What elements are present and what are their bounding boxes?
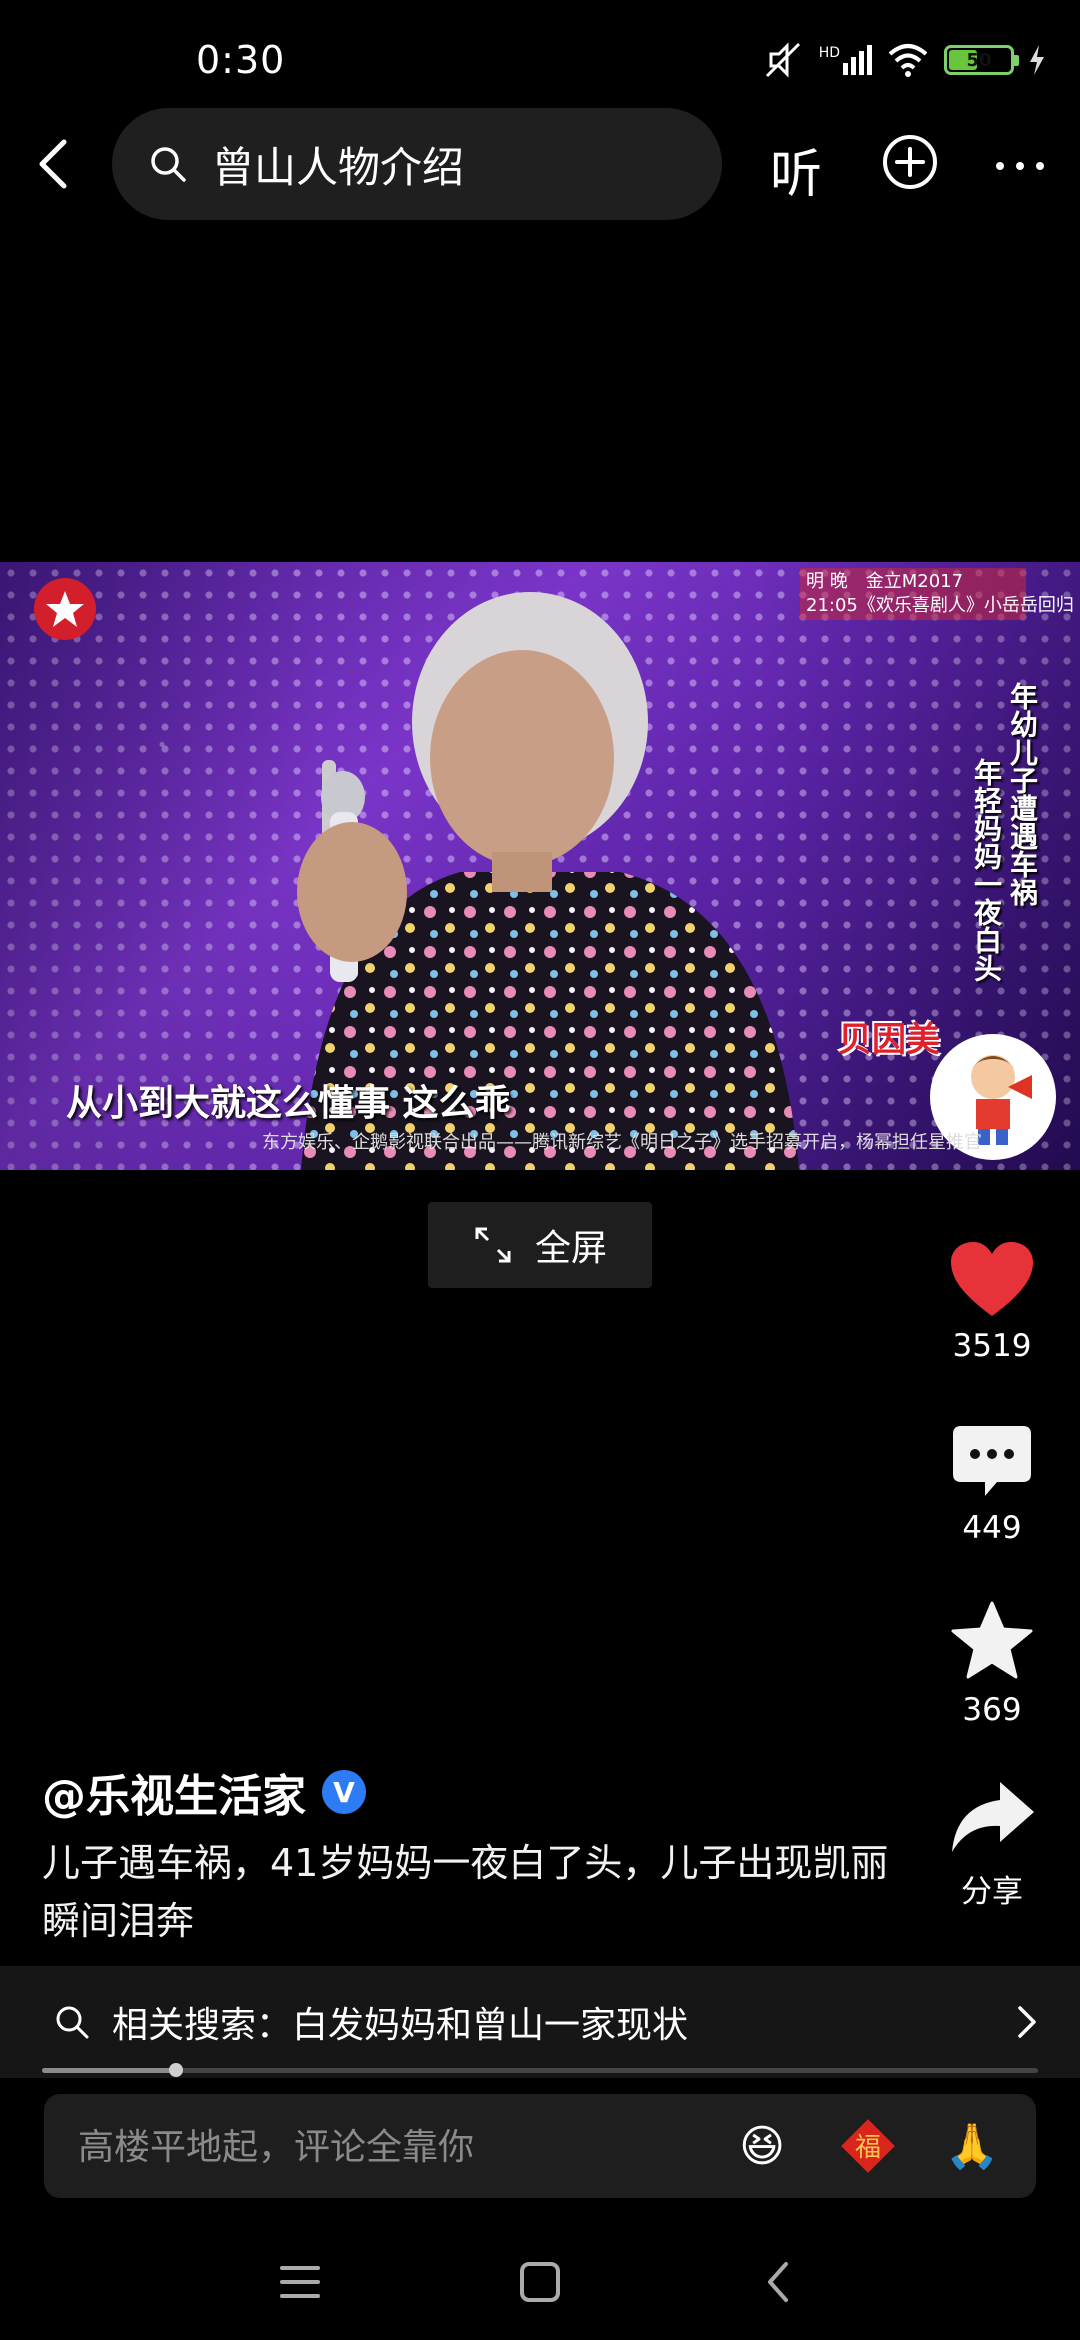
- side-caption-2: 年轻妈妈一夜白头: [970, 758, 1003, 982]
- mute-icon: [765, 42, 800, 78]
- status-time: 0:30: [196, 38, 286, 82]
- share-label: 分享: [961, 1874, 1023, 1910]
- video-credit: 东方娱乐、企鹅影视联合出品——腾讯新综艺《明日之子》选手招募开启，杨幂担任星推官: [262, 1132, 982, 1153]
- search-query: 曾山人物介绍: [212, 142, 465, 192]
- share-arrow-icon: [952, 1782, 1034, 1852]
- expand-icon: [475, 1227, 511, 1263]
- channel-logo: [34, 578, 96, 640]
- playback-progress[interactable]: [42, 2063, 1038, 2077]
- search-field[interactable]: 曾山人物介绍: [112, 108, 722, 220]
- video-player[interactable]: 明 晚 金立M2017 21:05《欢乐喜剧人》小岳岳回归 年幼儿子遭遇车祸 年…: [0, 562, 1080, 1170]
- comment-bubble-icon: [953, 1426, 1031, 1496]
- battery-icon: 50: [944, 45, 1019, 75]
- promo-banner: 明 晚 金立M2017 21:05《欢乐喜剧人》小岳岳回归: [800, 568, 1074, 620]
- fullscreen-button[interactable]: 全屏: [428, 1202, 652, 1288]
- like-count: 3519: [952, 1328, 1032, 1364]
- signal-icon: HD: [819, 45, 872, 75]
- battery-text: 50: [966, 49, 992, 71]
- related-search-text: 相关搜索：白发妈妈和曾山一家现状: [112, 2005, 689, 2046]
- promo-line-2: 21:05《欢乐喜剧人》小岳岳回归: [806, 595, 1074, 616]
- heart-icon: [951, 1242, 1033, 1316]
- system-nav-bar: [0, 2220, 1080, 2340]
- favorite-button[interactable]: 369: [940, 1600, 1044, 1728]
- verified-badge-icon: V: [322, 1770, 366, 1814]
- sponsor-logo: 贝因美: [838, 1020, 940, 1060]
- share-button[interactable]: 分享: [940, 1780, 1044, 1911]
- post-description: 儿子遇车祸，41岁妈妈一夜白了头，儿子出现凯丽瞬间泪奔: [42, 1841, 889, 1943]
- video-subtitle: 从小到大就这么懂事 这么乖: [66, 1083, 511, 1124]
- progress-fill: [42, 2068, 177, 2073]
- comment-bar: 😆 福 🙏: [44, 2094, 1036, 2198]
- favorite-count: 369: [962, 1692, 1022, 1728]
- chevron-right-icon: [1018, 2006, 1036, 2038]
- related-search[interactable]: 相关搜索：白发妈妈和曾山一家现状: [0, 1966, 1080, 2078]
- side-caption-1: 年幼儿子遭遇车祸: [1006, 682, 1039, 906]
- pray-emoji-icon[interactable]: 🙏: [942, 2116, 1002, 2176]
- star-logo-icon: [46, 591, 84, 627]
- like-button[interactable]: 3519: [940, 1240, 1044, 1364]
- author-name[interactable]: @乐视生活家 V: [42, 1760, 366, 1824]
- comment-input[interactable]: [76, 2114, 720, 2180]
- fullscreen-label: 全屏: [534, 1228, 607, 1269]
- status-icons: HD 50: [761, 38, 1046, 82]
- search-icon: [56, 2006, 89, 2039]
- comment-count: 449: [962, 1510, 1022, 1546]
- search-icon: [151, 147, 186, 182]
- wifi-icon: [888, 44, 928, 77]
- comment-button[interactable]: 449: [940, 1422, 1044, 1546]
- plus-circle-icon[interactable]: [880, 132, 940, 192]
- author-handle: @乐视生活家: [42, 1771, 306, 1822]
- star-icon: [951, 1601, 1033, 1679]
- back-nav-icon[interactable]: [750, 2252, 810, 2312]
- status-bar: 0:30 HD 50: [0, 0, 1080, 110]
- charging-icon: [1030, 45, 1044, 75]
- top-bar: 曾山人物介绍 听: [0, 108, 1080, 220]
- network-type: HD: [818, 45, 840, 61]
- listen-button[interactable]: 听: [770, 132, 822, 207]
- back-arrow-icon[interactable]: [26, 134, 86, 194]
- more-dots-icon[interactable]: [990, 136, 1050, 196]
- home-icon[interactable]: [510, 2252, 570, 2312]
- fu-emoji-icon[interactable]: 福: [838, 2116, 898, 2176]
- laugh-emoji-icon[interactable]: 😆: [732, 2116, 792, 2176]
- menu-icon[interactable]: [270, 2252, 330, 2312]
- promo-line-1: 明 晚 金立M2017: [806, 571, 964, 592]
- fu-char: 福: [855, 2133, 881, 2163]
